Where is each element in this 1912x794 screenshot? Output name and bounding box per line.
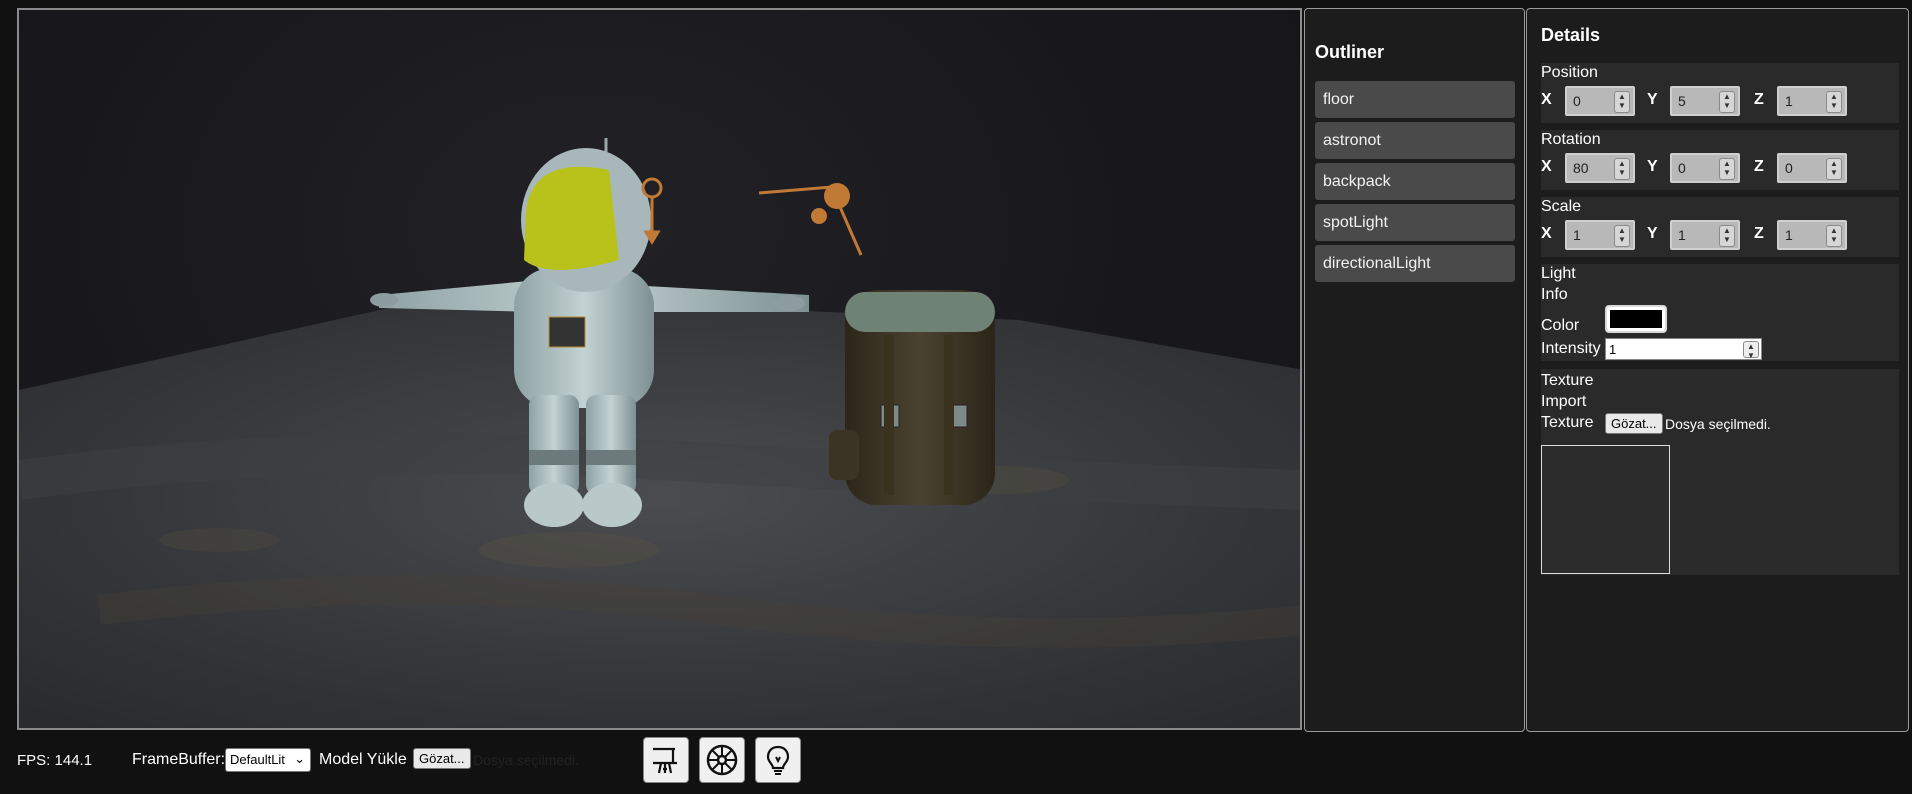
rotation-z-label: Z (1754, 158, 1764, 175)
details-title: Details (1541, 25, 1601, 45)
position-z-value: 1 (1785, 93, 1793, 109)
model-file-status: Dosya seçilmedi. (473, 752, 579, 768)
scene-render (19, 138, 1300, 728)
spinner-icon[interactable]: ▲ ▼ (1826, 158, 1842, 180)
position-y-value: 5 (1678, 93, 1686, 109)
rotation-x-input[interactable]: 80 ▲ ▼ (1565, 153, 1635, 183)
position-x-input[interactable]: 0 ▲ ▼ (1565, 86, 1635, 116)
texture-preview (1541, 445, 1670, 574)
spinner-icon[interactable]: ▲ ▼ (1826, 91, 1842, 113)
position-z-label: Z (1754, 91, 1764, 108)
spinner-icon[interactable]: ▲ ▼ (1826, 225, 1842, 247)
scale-section: Scale X 1 ▲ ▼ Y 1 ▲ ▼ Z 1 ▲ ▼ (1541, 197, 1899, 257)
scale-x-input[interactable]: 1 ▲ ▼ (1565, 220, 1635, 250)
spinner-icon[interactable]: ▲ ▼ (1614, 91, 1630, 113)
lightbulb-icon (766, 745, 790, 775)
intensity-value: 1 (1609, 342, 1617, 357)
light-info-label-line2: Info (1541, 286, 1568, 303)
texture-import-section: Texture Import Texture Gözat... Dosya se… (1541, 369, 1899, 575)
outliner-item-backpack[interactable]: backpack (1315, 163, 1515, 200)
model-upload-label: Model Yükle (319, 751, 407, 768)
spinner-icon[interactable]: ▲ ▼ (1614, 158, 1630, 180)
position-y-label: Y (1647, 91, 1658, 108)
light-info-section: Light Info Color Intensity 1 ▲ ▼ (1541, 264, 1899, 361)
scale-x-label: X (1541, 225, 1552, 242)
scale-label: Scale (1541, 198, 1582, 215)
texture-import-label-line1: Texture (1541, 372, 1594, 389)
texture-label: Texture (1541, 414, 1594, 431)
framebuffer-label: FrameBuffer: (132, 751, 226, 768)
spinner-icon[interactable]: ▲ ▼ (1719, 158, 1735, 180)
fps-counter: FPS: 144.1 (17, 752, 93, 769)
wheel-icon (706, 744, 738, 776)
rotation-y-value: 0 (1678, 160, 1686, 176)
transform-gizmo-icon (653, 747, 677, 774)
light-info-label-line1: Light (1541, 265, 1576, 282)
wheel-tool-button[interactable] (699, 737, 745, 783)
rotation-x-value: 80 (1573, 160, 1589, 176)
chevron-down-icon: ⌄ (294, 751, 305, 766)
rotation-z-input[interactable]: 0 ▲ ▼ (1777, 153, 1847, 183)
rotation-x-label: X (1541, 158, 1552, 175)
scale-y-input[interactable]: 1 ▲ ▼ (1670, 220, 1740, 250)
texture-file-status: Dosya seçilmedi. (1665, 416, 1771, 432)
rotation-section: Rotation X 80 ▲ ▼ Y 0 ▲ ▼ Z 0 ▲ ▼ (1541, 130, 1899, 190)
rotation-y-input[interactable]: 0 ▲ ▼ (1670, 153, 1740, 183)
scale-z-input[interactable]: 1 ▲ ▼ (1777, 220, 1847, 250)
position-x-value: 0 (1573, 93, 1581, 109)
bottom-toolbar: FPS: 144.1 FrameBuffer: DefaultLit ⌄ Mod… (0, 736, 1912, 794)
rotation-y-label: Y (1647, 158, 1658, 175)
spinner-icon[interactable]: ▲ ▼ (1719, 91, 1735, 113)
light-tool-button[interactable] (755, 737, 801, 783)
framebuffer-select[interactable]: DefaultLit ⌄ (225, 748, 311, 772)
transform-tool-button[interactable] (643, 737, 689, 783)
rotation-z-value: 0 (1785, 160, 1793, 176)
scale-y-label: Y (1647, 225, 1658, 242)
color-swatch (1610, 310, 1662, 328)
texture-browse-button[interactable]: Gözat... (1605, 413, 1663, 434)
rotation-label: Rotation (1541, 131, 1601, 148)
spinner-icon[interactable]: ▲ ▼ (1614, 225, 1630, 247)
scene-viewport[interactable] (17, 8, 1302, 730)
directional-light-gizmo (758, 183, 863, 256)
scale-z-label: Z (1754, 225, 1764, 242)
outliner-title: Outliner (1315, 42, 1385, 62)
terrain-floor (19, 305, 1300, 728)
intensity-label: Intensity (1541, 340, 1601, 357)
spinner-icon[interactable]: ▲ ▼ (1743, 341, 1759, 360)
texture-import-label-line2: Import (1541, 393, 1587, 410)
position-x-label: X (1541, 91, 1552, 108)
position-y-input[interactable]: 5 ▲ ▼ (1670, 86, 1740, 116)
outliner-panel: Outliner floor astronot backpack spotLig… (1304, 8, 1525, 732)
position-section: Position X 0 ▲ ▼ Y 5 ▲ ▼ Z 1 ▲ ▼ (1541, 63, 1899, 123)
position-z-input[interactable]: 1 ▲ ▼ (1777, 86, 1847, 116)
spinner-icon[interactable]: ▲ ▼ (1719, 225, 1735, 247)
outliner-item-spotlight[interactable]: spotLight (1315, 204, 1515, 241)
scale-z-value: 1 (1785, 227, 1793, 243)
framebuffer-selected: DefaultLit (230, 752, 285, 767)
scale-x-value: 1 (1573, 227, 1581, 243)
outliner-item-floor[interactable]: floor (1315, 81, 1515, 118)
outliner-item-astronot[interactable]: astronot (1315, 122, 1515, 159)
position-label: Position (1541, 64, 1598, 81)
outliner-list: floor astronot backpack spotLight direct… (1315, 81, 1515, 286)
light-color-picker[interactable] (1605, 305, 1667, 333)
model-browse-button[interactable]: Gözat... (413, 748, 471, 769)
outliner-item-directionallight[interactable]: directionalLight (1315, 245, 1515, 282)
intensity-input[interactable]: 1 ▲ ▼ (1605, 338, 1762, 360)
details-panel: Details Position X 0 ▲ ▼ Y 5 ▲ ▼ Z 1 ▲ ▼ Ro… (1526, 8, 1909, 732)
color-label: Color (1541, 317, 1580, 334)
scale-y-value: 1 (1678, 227, 1686, 243)
backpack-model (829, 290, 995, 505)
